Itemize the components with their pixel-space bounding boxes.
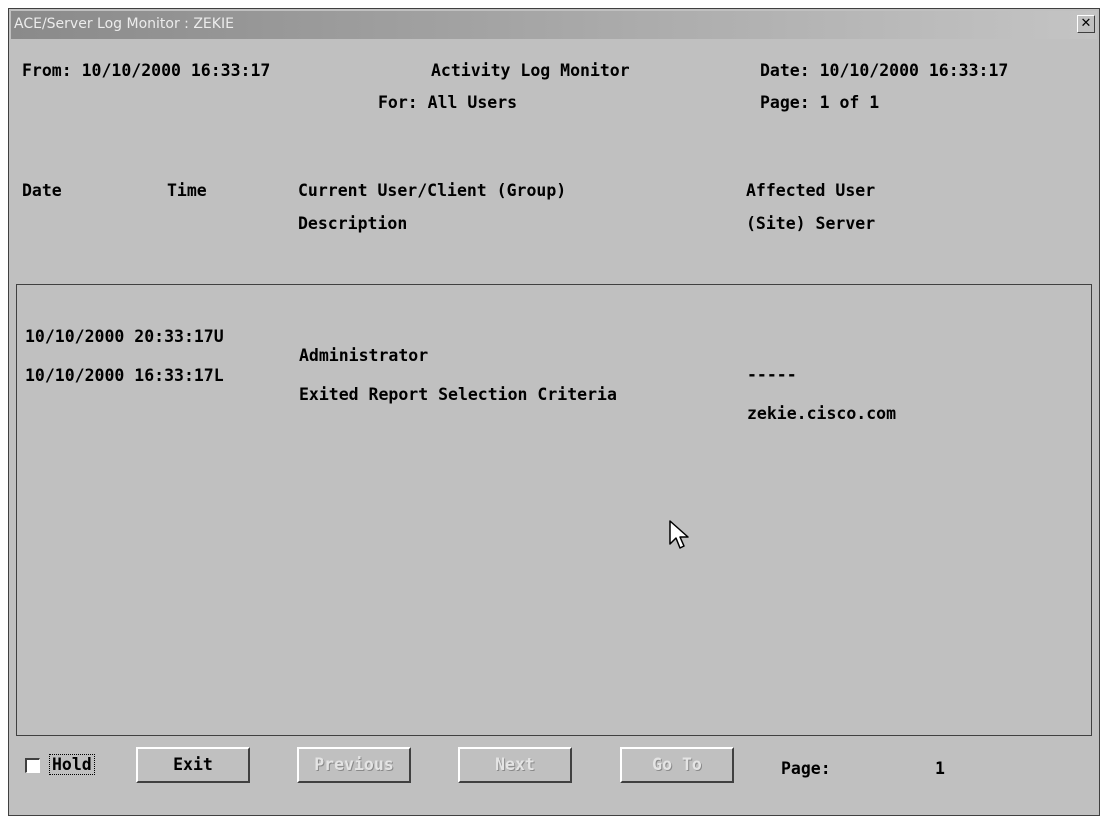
log-row-affected: zekie.cisco.com (747, 404, 897, 423)
goto-button[interactable]: Go To (620, 747, 734, 783)
column-header-current-user: Current User/Client (Group) (298, 181, 567, 200)
column-header-site-server: (Site) Server (746, 214, 876, 233)
hold-label[interactable]: Hold (49, 754, 95, 775)
exit-button[interactable]: Exit (136, 747, 250, 783)
report-title: Activity Log Monitor (431, 61, 630, 80)
page-indicator: Page: 1 of 1 (760, 93, 880, 112)
column-header-date: Date (22, 181, 62, 200)
next-button[interactable]: Next (458, 747, 572, 783)
log-row-affected: ----- (747, 365, 797, 384)
column-header-description: Description (298, 214, 408, 233)
window-title: ACE/Server Log Monitor : ZEKIE (14, 16, 234, 32)
log-monitor-window: ACE/Server Log Monitor : ZEKIE ✕ From: 1… (8, 8, 1100, 816)
hold-checkbox[interactable] (25, 758, 40, 773)
log-row[interactable]: 10/10/2000 16:33:17L Exited Report Selec… (25, 347, 896, 442)
previous-button[interactable]: Previous (297, 747, 411, 783)
page-label: Page: (781, 759, 831, 778)
for-users: For: All Users (378, 93, 518, 112)
title-bar[interactable]: ACE/Server Log Monitor : ZEKIE ✕ (11, 11, 1097, 39)
column-header-time: Time (167, 181, 207, 200)
log-row-datetime: 10/10/2000 16:33:17L (25, 366, 224, 385)
log-row-datetime: 10/10/2000 20:33:17U (25, 327, 224, 346)
close-icon: ✕ (1080, 16, 1092, 31)
log-row-description: Administrator (299, 346, 429, 365)
close-button[interactable]: ✕ (1077, 15, 1095, 33)
mouse-cursor-icon (669, 520, 689, 549)
from-timestamp: From: 10/10/2000 16:33:17 (22, 61, 271, 80)
column-header-affected-user: Affected User (746, 181, 876, 200)
log-list[interactable]: 10/10/2000 20:33:17U Administrator -----… (16, 284, 1092, 736)
log-row-description: Exited Report Selection Criteria (299, 385, 617, 404)
page-number: 1 (935, 759, 945, 778)
report-date: Date: 10/10/2000 16:33:17 (760, 61, 1009, 80)
